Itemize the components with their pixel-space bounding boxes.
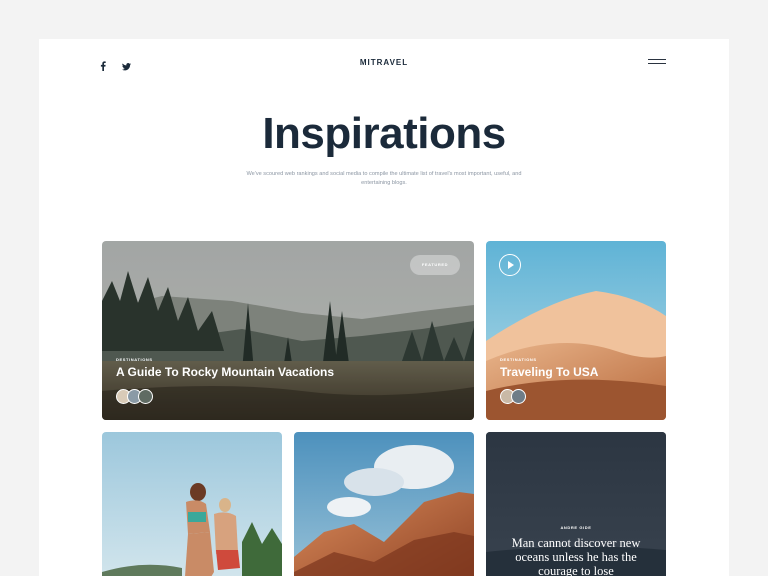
site-logo[interactable]: MITRAVEL bbox=[39, 58, 729, 67]
beach-article-card[interactable] bbox=[102, 432, 282, 576]
featured-badge[interactable]: FEATURED bbox=[410, 255, 460, 275]
author-avatars bbox=[500, 389, 526, 404]
author-avatars bbox=[116, 389, 153, 404]
hamburger-menu-icon[interactable] bbox=[648, 59, 666, 65]
article-category[interactable]: DESTINATIONS bbox=[500, 357, 537, 362]
page-subtitle: We've scoured web rankings and social me… bbox=[246, 171, 522, 186]
beach-runners-image bbox=[102, 432, 282, 576]
avatar[interactable] bbox=[138, 389, 153, 404]
page-container: MITRAVEL Inspirations We've scoured web … bbox=[39, 39, 729, 576]
article-title[interactable]: Traveling To USA bbox=[500, 365, 598, 379]
coastal-cliffs-image bbox=[294, 432, 474, 576]
quote-card[interactable]: ANDRE GIDE Man cannot discover new ocean… bbox=[486, 432, 666, 576]
avatar[interactable] bbox=[511, 389, 526, 404]
play-icon[interactable] bbox=[499, 254, 521, 276]
featured-article-card[interactable]: FEATURED DESTINATIONS A Guide To Rocky M… bbox=[102, 241, 474, 420]
coast-article-card[interactable] bbox=[294, 432, 474, 576]
quote-author[interactable]: ANDRE GIDE bbox=[486, 525, 666, 530]
video-article-card[interactable]: DESTINATIONS Traveling To USA bbox=[486, 241, 666, 420]
quote-text: Man cannot discover new oceans unless he… bbox=[511, 536, 641, 576]
page-title: Inspirations bbox=[262, 109, 506, 158]
article-category[interactable]: DESTINATIONS bbox=[116, 357, 153, 362]
article-title[interactable]: A Guide To Rocky Mountain Vacations bbox=[116, 365, 334, 379]
